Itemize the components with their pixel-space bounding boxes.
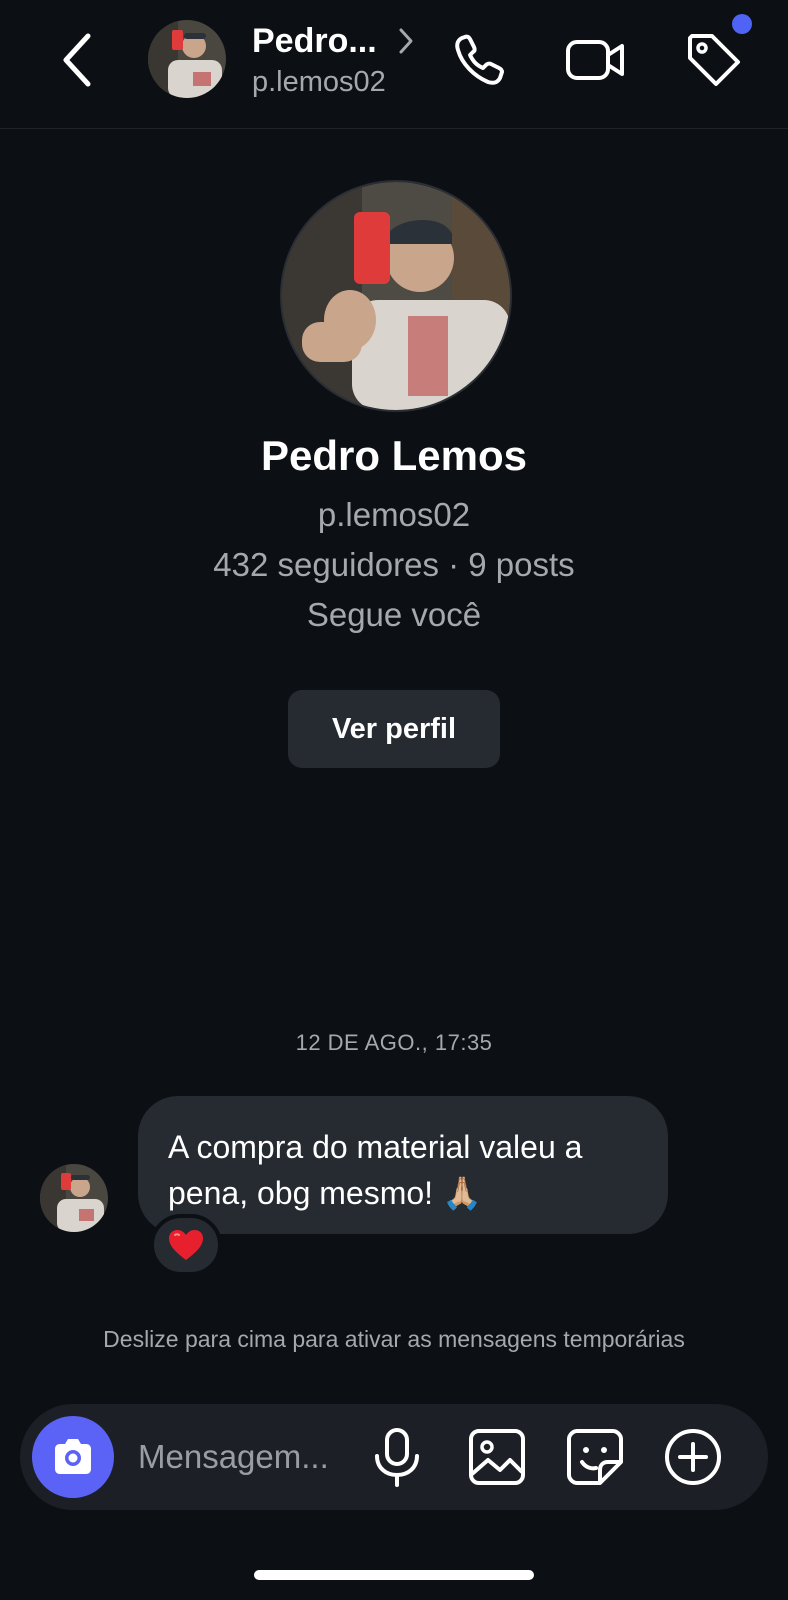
plus-icon[interactable] bbox=[660, 1424, 726, 1490]
microphone-icon[interactable] bbox=[364, 1424, 430, 1490]
message-avatar[interactable] bbox=[40, 1164, 108, 1232]
header-contact-name[interactable]: Pedro... bbox=[252, 22, 377, 61]
ephemeral-mode-hint: Deslize para cima para ativar as mensage… bbox=[103, 1326, 685, 1352]
camera-icon bbox=[55, 1439, 91, 1474]
back-icon[interactable] bbox=[58, 30, 98, 90]
chat-header: Pedro... p.lemos02 bbox=[0, 0, 788, 129]
header-avatar[interactable] bbox=[148, 20, 226, 98]
message-composer: Mensagem... bbox=[20, 1404, 768, 1510]
heart-icon bbox=[169, 1230, 203, 1260]
message-input[interactable]: Mensagem... bbox=[138, 1432, 348, 1482]
notification-dot bbox=[732, 14, 752, 34]
chevron-right-icon[interactable] bbox=[396, 26, 416, 56]
heart-reaction[interactable] bbox=[150, 1214, 222, 1276]
view-profile-button[interactable]: Ver perfil bbox=[288, 690, 500, 768]
home-indicator[interactable] bbox=[254, 1570, 534, 1580]
gallery-icon[interactable] bbox=[464, 1424, 530, 1490]
message-timestamp: 12 DE AGO., 17:35 bbox=[295, 1030, 493, 1055]
sticker-icon[interactable] bbox=[562, 1424, 628, 1490]
header-username[interactable]: p.lemos02 bbox=[252, 66, 386, 99]
profile-avatar[interactable] bbox=[280, 180, 512, 412]
message-text: A compra do material valeu a pena, obg m… bbox=[168, 1129, 583, 1211]
camera-button[interactable] bbox=[32, 1416, 114, 1498]
tag-icon[interactable] bbox=[682, 28, 746, 92]
phone-icon[interactable] bbox=[448, 28, 512, 92]
profile-stats: 432 seguidores · 9 posts bbox=[213, 546, 575, 583]
profile-name: Pedro Lemos bbox=[260, 432, 528, 479]
profile-username: p.lemos02 bbox=[317, 496, 471, 533]
follows-you-label: Segue você bbox=[306, 596, 482, 633]
message-bubble[interactable]: A compra do material valeu a pena, obg m… bbox=[138, 1096, 668, 1234]
video-icon[interactable] bbox=[564, 28, 628, 92]
